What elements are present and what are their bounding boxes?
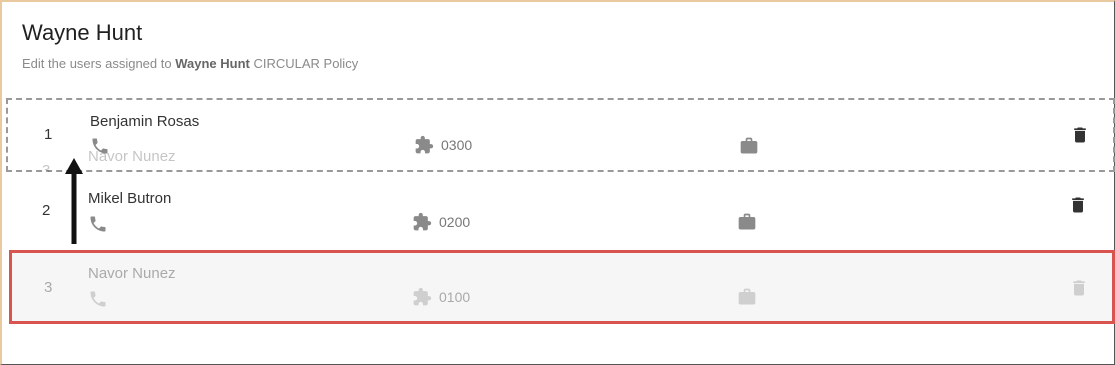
phone-icon <box>90 136 110 156</box>
subtitle-prefix: Edit the users assigned to <box>22 56 176 71</box>
extension-code: 0300 <box>441 137 473 153</box>
user-row[interactable]: 1 Benjamin Rosas 0300 <box>6 98 1115 172</box>
subtitle-policy-name: Wayne Hunt <box>175 56 250 71</box>
phone-icon <box>88 289 108 309</box>
briefcase-icon <box>737 212 757 232</box>
extension-code: 0100 <box>439 289 471 305</box>
extension-code: 0200 <box>439 214 471 230</box>
page-subtitle: Edit the users assigned to Wayne Hunt CI… <box>22 56 358 71</box>
arrow-up-icon <box>64 158 84 244</box>
user-row[interactable]: 2 Mikel Butron 0200 <box>10 174 1114 248</box>
user-row[interactable]: 3 Navor Nunez 0100 <box>9 250 1115 324</box>
trash-icon[interactable] <box>1070 124 1090 146</box>
puzzle-icon <box>412 212 432 232</box>
trash-icon[interactable] <box>1068 194 1088 216</box>
phone-icon <box>88 214 108 234</box>
row-index: 1 <box>44 126 53 143</box>
policy-users-panel: Wayne Hunt Edit the users assigned to Wa… <box>0 0 1115 365</box>
user-name: Navor Nunez <box>88 265 176 282</box>
subtitle-suffix: CIRCULAR Policy <box>249 56 359 71</box>
puzzle-icon <box>414 135 434 155</box>
puzzle-icon <box>412 287 432 307</box>
user-name: Benjamin Rosas <box>90 113 200 130</box>
trash-icon[interactable] <box>1069 277 1089 299</box>
briefcase-icon <box>737 287 757 307</box>
briefcase-icon <box>739 136 759 156</box>
page-title: Wayne Hunt <box>22 20 143 45</box>
row-index: 2 <box>42 202 51 219</box>
user-name: Mikel Butron <box>88 190 172 207</box>
row-index: 3 <box>44 279 53 296</box>
